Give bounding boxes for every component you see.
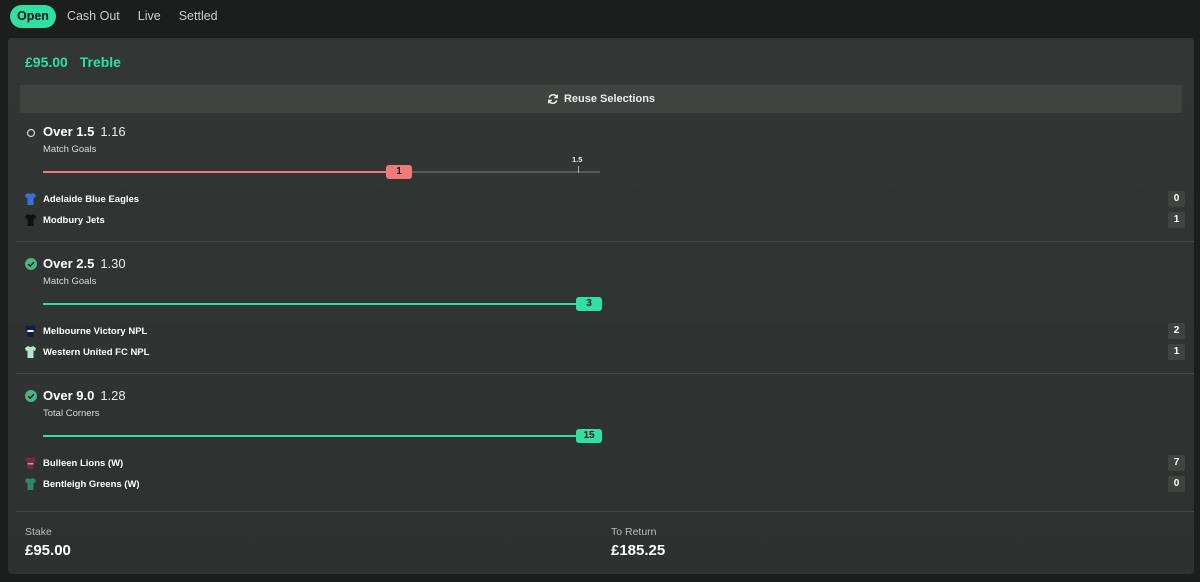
return-value: £185.25 [611,542,666,559]
team-name: Melbourne Victory NPL [43,325,148,337]
team-row: Melbourne Victory NPL 2 [25,323,1185,339]
refresh-icon [548,94,558,104]
selection-name: Over 1.5 [43,124,95,139]
team-shirt-icon [25,478,36,490]
team-row: Bulleen Lions (W) 7 [25,455,1185,471]
selection-odds: 1.28 [100,388,126,403]
team-score: 1 [1168,212,1185,228]
selection-odds: 1.30 [100,256,126,271]
stake-label: Stake [25,526,52,538]
leg-2: Over 2.5 1.30 Match Goals 3 Melbourne Vic… [8,256,1194,374]
team-name: Western United FC NPL [43,346,150,358]
stake-summary: Stake £95.00 [25,526,71,559]
progress-value: 3 [576,297,602,311]
leg-3: Over 9.0 1.28 Total Corners 15 Bulleen Li… [8,388,1194,506]
team-score: 0 [1168,476,1185,492]
progress-value: 15 [576,429,602,443]
tab-live[interactable]: Live [131,5,168,28]
team-score: 0 [1168,191,1185,207]
progress-fill [43,435,600,437]
team-score: 2 [1168,323,1185,339]
team-name: Adelaide Blue Eagles [43,193,140,205]
selection-odds: 1.16 [100,124,126,139]
return-summary: To Return £185.25 [611,526,665,559]
stake-value: £95.00 [25,542,71,559]
bet-stake-amount: £95.00 [25,54,68,70]
progress-track: 3 [43,297,602,311]
progress-fill [43,303,600,305]
team-shirt-icon [25,325,36,337]
team-name: Bulleen Lions (W) [43,457,124,469]
footer-divider [16,511,1194,512]
team-row: Bentleigh Greens (W) 0 [25,476,1185,492]
progress-fill [43,171,399,173]
selection-name: Over 9.0 [43,388,95,403]
leg-selection: Over 9.0 1.28 [43,388,126,403]
team-shirt-icon [25,193,36,205]
open-circle-icon [26,128,36,138]
reuse-selections-label: Reuse Selections [563,93,656,105]
progress-track: 1 [43,165,600,179]
tab-settled[interactable]: Settled [172,5,225,28]
team-score: 7 [1168,455,1185,471]
reuse-selections-button[interactable]: Reuse Selections [20,85,1182,113]
team-shirt-icon [25,346,36,358]
tab-cash-out[interactable]: Cash Out [60,5,127,28]
leg-divider [16,373,1194,374]
leg-selection: Over 1.5 1.16 [43,124,126,139]
threshold-label: 1.5 [572,155,583,164]
leg-1: Over 1.5 1.16 Match Goals 1.5 1 Adelaide … [8,124,1194,242]
check-circle-icon [25,258,37,270]
bet-card: £95.00 Treble Reuse Selections Over 1.5 1… [8,38,1194,574]
leg-selection: Over 2.5 1.30 [43,256,126,271]
bet-filter-tabs: Open Cash Out Live Settled [10,5,229,28]
check-circle-icon [25,390,37,402]
market-name: Total Corners [43,408,100,419]
team-name: Modbury Jets [43,214,105,226]
selection-name: Over 2.5 [43,256,95,271]
progress-value: 1 [386,165,412,179]
return-label: To Return [611,526,657,538]
team-row: Modbury Jets 1 [25,212,1185,228]
bet-type: Treble [79,54,121,70]
progress-track: 15 [43,429,602,443]
threshold-marker [578,166,579,173]
bet-header: £95.00 Treble [25,54,121,70]
team-shirt-icon [25,457,36,469]
team-shirt-icon [25,214,36,226]
team-row: Western United FC NPL 1 [25,344,1185,360]
leg-divider [16,241,1194,242]
team-row: Adelaide Blue Eagles 0 [25,191,1185,207]
team-name: Bentleigh Greens (W) [43,478,140,490]
market-name: Match Goals [43,276,97,287]
market-name: Match Goals [43,144,97,155]
tab-open[interactable]: Open [10,5,56,28]
team-score: 1 [1168,344,1185,360]
